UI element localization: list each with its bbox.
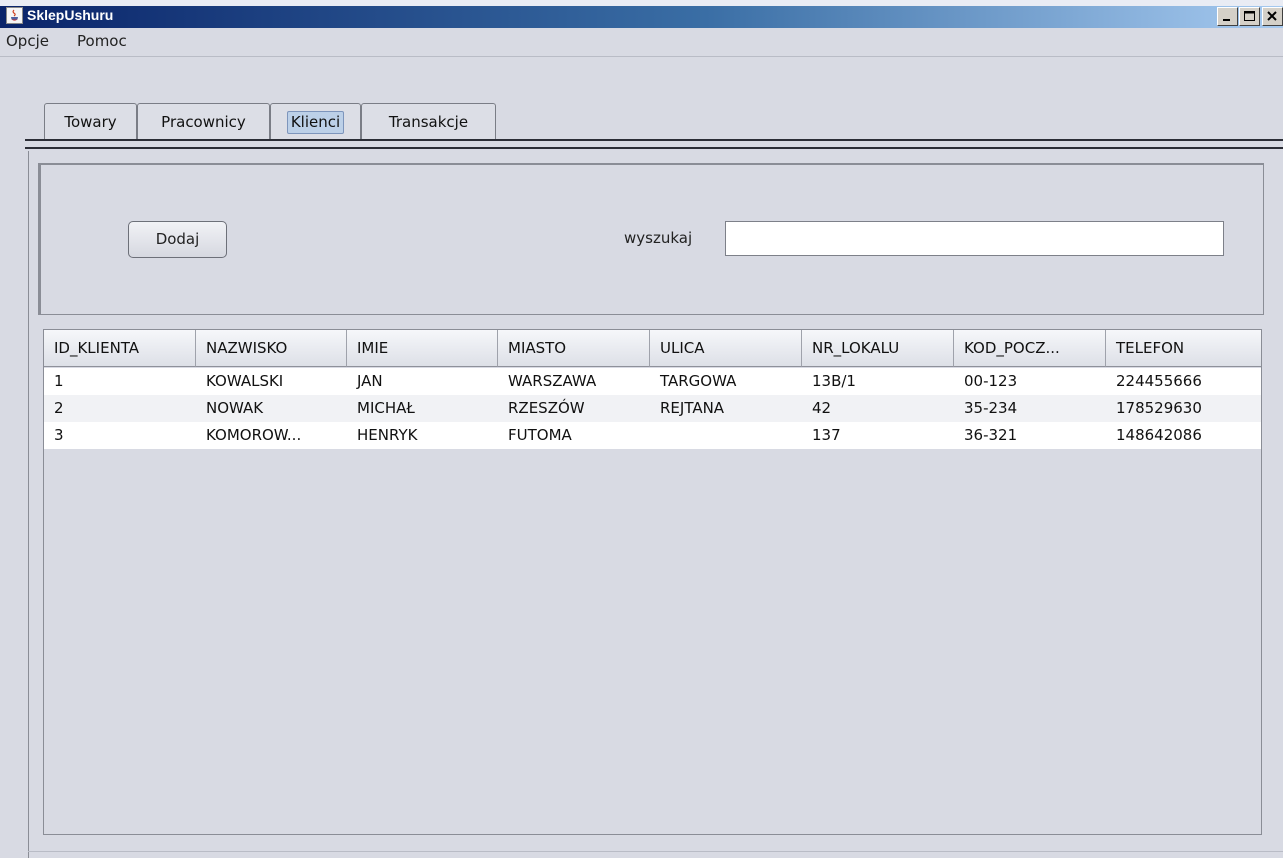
cell-kod-pocztowy: 36-321 <box>964 426 1018 444</box>
search-label: wyszukaj <box>624 229 693 247</box>
tab-klienci[interactable]: Klienci <box>270 103 361 139</box>
tab-label: Pracownicy <box>161 113 246 131</box>
column-header-telefon[interactable]: TELEFON <box>1106 330 1261 367</box>
cell-miasto: RZESZÓW <box>508 399 585 417</box>
add-button[interactable]: Dodaj <box>128 221 227 258</box>
cell-imie: JAN <box>357 372 383 390</box>
table-row[interactable]: 2 NOWAK MICHAŁ RZESZÓW REJTANA 42 35-234… <box>44 395 1261 422</box>
cell-kod-pocztowy: 00-123 <box>964 372 1018 390</box>
table-row[interactable]: 3 KOMOROW... HENRYK FUTOMA 137 36-321 14… <box>44 422 1261 449</box>
tab-label: Transakcje <box>388 113 469 131</box>
title-bar: SklepUshuru <box>0 0 1283 28</box>
cell-nazwisko: KOWALSKI <box>206 372 284 390</box>
table-row[interactable]: 1 KOWALSKI JAN WARSZAWA TARGOWA 13B/1 00… <box>44 368 1261 395</box>
cell-nazwisko: KOMOROW... <box>206 426 302 444</box>
close-icon <box>1267 11 1277 21</box>
menu-pomoc[interactable]: Pomoc <box>77 32 127 50</box>
cell-telefon: 224455666 <box>1116 372 1202 390</box>
menu-bar: Opcje Pomoc <box>0 28 1283 58</box>
cell-ulica: REJTANA <box>660 399 725 417</box>
cell-telefon: 178529630 <box>1116 399 1202 417</box>
cell-nr-lokalu: 42 <box>812 399 832 417</box>
menu-opcje[interactable]: Opcje <box>6 32 49 50</box>
tab-transakcje[interactable]: Transakcje <box>361 103 496 139</box>
minimize-button[interactable] <box>1217 7 1238 26</box>
column-header-miasto[interactable]: MIASTO <box>498 330 650 367</box>
close-button[interactable] <box>1262 7 1283 26</box>
maximize-icon <box>1244 11 1255 21</box>
cell-id-klienta: 2 <box>54 399 64 417</box>
clients-table[interactable]: ID_KLIENTA NAZWISKO IMIE MIASTO ULICA NR… <box>43 329 1262 835</box>
cell-ulica: TARGOWA <box>660 372 737 390</box>
menu-divider <box>0 56 1283 57</box>
cell-miasto: WARSZAWA <box>508 372 597 390</box>
cell-nazwisko: NOWAK <box>206 399 264 417</box>
tab-panel-border <box>25 139 1283 141</box>
tab-panel-border <box>25 147 1283 149</box>
column-header-id-klienta[interactable]: ID_KLIENTA <box>44 330 196 367</box>
column-header-nr-lokalu[interactable]: NR_LOKALU <box>802 330 954 367</box>
window-bottom-border <box>28 851 1283 852</box>
cell-id-klienta: 1 <box>54 372 64 390</box>
window-title: SklepUshuru <box>27 7 114 23</box>
column-header-ulica[interactable]: ULICA <box>650 330 802 367</box>
column-header-imie[interactable]: IMIE <box>347 330 498 367</box>
tab-label: Klienci <box>286 111 345 134</box>
minimize-icon <box>1223 19 1230 21</box>
java-app-icon[interactable] <box>6 7 23 24</box>
cell-nr-lokalu: 13B/1 <box>812 372 856 390</box>
table-header: ID_KLIENTA NAZWISKO IMIE MIASTO ULICA NR… <box>44 330 1261 367</box>
column-header-nazwisko[interactable]: NAZWISKO <box>196 330 347 367</box>
cell-imie: MICHAŁ <box>357 399 415 417</box>
cell-miasto: FUTOMA <box>508 426 572 444</box>
cell-nr-lokalu: 137 <box>812 426 841 444</box>
cell-imie: HENRYK <box>357 426 418 444</box>
tab-towary[interactable]: Towary <box>44 103 137 139</box>
cell-kod-pocztowy: 35-234 <box>964 399 1018 417</box>
column-header-kod-pocztowy[interactable]: KOD_POCZ... <box>954 330 1106 367</box>
tab-label: Towary <box>64 113 117 131</box>
cell-id-klienta: 3 <box>54 426 64 444</box>
tab-pracownicy[interactable]: Pracownicy <box>137 103 270 139</box>
maximize-button[interactable] <box>1239 7 1260 26</box>
cell-ulica <box>650 422 802 449</box>
cell-telefon: 148642086 <box>1116 426 1202 444</box>
search-input[interactable] <box>725 221 1224 256</box>
